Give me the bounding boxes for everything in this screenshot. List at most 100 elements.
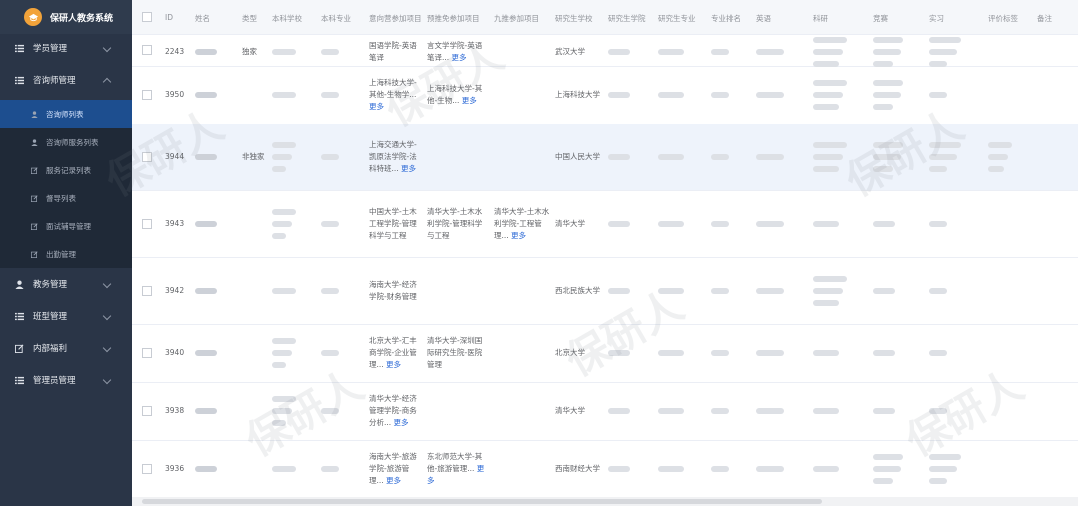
cell-undergrad-major [321,66,365,124]
horizontal-scrollbar[interactable] [132,497,1078,506]
sidebar-subitem-4[interactable]: 面试辅导管理 [0,212,132,240]
cell-pre-project: 清华大学-深圳国际研究生院-医院管理 [427,336,483,369]
table-row[interactable]: 3936 海南大学-旅游学院-旅游管理... 更多 东北师范大学-其他-旅游管理..… [132,440,1078,499]
cell-undergrad-school [272,124,316,190]
cell-undergrad-school [272,257,316,324]
more-link[interactable]: 更多 [427,464,484,485]
cell-pre-project [427,257,489,324]
edit-icon [30,166,38,174]
more-link[interactable]: 更多 [462,96,477,105]
cell-undergrad-school [272,324,316,382]
column-header[interactable]: 竞赛 [873,13,888,24]
table-row[interactable]: 3938 清华大学-经济管理学院-商务分析... 更多 清华大学 [132,382,1078,441]
cell-internship [929,257,983,324]
select-all-checkbox[interactable] [142,12,152,22]
list-icon [14,311,24,321]
cell-eval-tags [988,36,1032,68]
column-header[interactable]: 评价标签 [988,13,1018,24]
cell-remarks [1037,190,1073,257]
more-link[interactable]: 更多 [369,102,384,111]
cell-undergrad-school [272,190,316,257]
sidebar-subitem-0[interactable]: 咨询师列表 [0,100,132,128]
table-row[interactable]: 3950 上海科技大学-其他-生物学... 更多 上海科技大学-其他-生物... 更… [132,66,1078,125]
cell-camp-project: 国语学院-英语笔译 [369,41,417,62]
more-link[interactable]: 更多 [386,360,401,369]
column-header[interactable]: 九推参加项目 [494,13,539,24]
table-row[interactable]: 3944 非独家 上海交通大学-凯原法学院-法科特班... 更多 中国人民大学 [132,124,1078,191]
sidebar-item-admins[interactable]: 管理员管理 [0,364,132,396]
row-checkbox[interactable] [142,348,152,358]
column-header[interactable]: 专业排名 [711,13,741,24]
more-link[interactable]: 更多 [452,53,467,62]
sidebar-item-welfare[interactable]: 内部福利 [0,332,132,364]
cell-pre-project: 上海科技大学-其他-生物... 更多 [427,84,483,105]
sidebar-item-academic[interactable]: 教务管理 [0,268,132,300]
sidebar-subitem-3[interactable]: 督导列表 [0,184,132,212]
row-checkbox[interactable] [142,218,152,229]
cell-pre-project: 清华大学-土木水利学院-管理科学与工程 [427,206,483,240]
more-link[interactable]: 更多 [394,418,409,427]
column-header[interactable]: 姓名 [195,13,210,24]
cell-id: 3942 [165,285,185,295]
table-row[interactable]: 3940 北京大学-汇丰商学院-企业管理... 更多 清华大学-深圳国际研究生院-医… [132,324,1078,383]
column-header[interactable]: 研究生专业 [658,13,696,24]
row-checkbox[interactable] [142,45,152,55]
sidebar-subitem-label: 咨询师服务列表 [46,137,99,147]
cell-research [813,124,867,190]
row-checkbox[interactable] [142,464,152,474]
cell-competition [873,324,923,382]
more-link[interactable]: 更多 [386,476,401,485]
cell-internship [929,440,983,498]
table-row[interactable]: 3943 中国大学-土木工程学院-管理科学与工程 清华大学-土木水利学院-管理科学与… [132,190,1078,258]
row-checkbox[interactable] [142,90,152,100]
cell-grad-major [658,257,706,324]
cell-name-redacted [195,257,235,324]
sidebar-subitem-5[interactable]: 出勤管理 [0,240,132,268]
table-header: ID 姓名 类型 本科学校 本科专业 意向营参加项目 预推免参加项目 九推参加项目 研究生学校 研… [132,0,1078,35]
cell-name-redacted [195,66,235,124]
sidebar-item-classes[interactable]: 班型管理 [0,300,132,332]
sidebar-item-students[interactable]: 学员管理 [0,32,132,64]
row-checkbox[interactable] [142,406,152,416]
cell-grad-school: 上海科技大学 [555,90,600,99]
cell-camp-project: 北京大学-汇丰商学院-企业管理... 更多 [369,336,417,369]
cell-name-redacted [195,440,235,498]
table-row[interactable]: 3942 海南大学-经济学院-财务管理 西北民族大学 [132,257,1078,325]
cell-research [813,382,867,440]
sidebar-subitem-2[interactable]: 服务记录列表 [0,156,132,184]
cell-english [756,382,808,440]
column-header[interactable]: 研究生学院 [608,13,646,24]
sidebar-item-consultants[interactable]: 咨询师管理 [0,64,132,96]
column-header[interactable]: 类型 [242,13,257,24]
column-header[interactable]: ID [165,13,173,22]
sidebar: 保研人教务系统 学员管理 咨询师管理 教务管理 班型管理 内部福利 管理员管理 咨询师列表咨… [0,0,132,506]
more-link[interactable]: 更多 [401,164,416,173]
sidebar-item-label: 教务管理 [33,280,68,290]
cell-grad-school: 武汉大学 [555,47,585,56]
column-header[interactable]: 备注 [1037,13,1052,24]
cell-grad-school: 西南财经大学 [555,464,600,473]
column-header[interactable]: 本科学校 [272,13,302,24]
sidebar-subitem-1[interactable]: 咨询师服务列表 [0,128,132,156]
column-header[interactable]: 科研 [813,13,828,24]
cell-english [756,124,808,190]
sidebar-item-label: 学员管理 [33,44,68,54]
cell-eval-tags [988,190,1032,257]
more-link[interactable]: 更多 [511,231,526,240]
row-checkbox[interactable] [142,152,152,162]
scrollbar-thumb[interactable] [142,499,822,504]
column-header[interactable]: 预推免参加项目 [427,13,480,24]
cell-camp-project: 海南大学-经济学院-财务管理 [369,279,417,301]
row-checkbox[interactable] [142,285,152,296]
column-header[interactable]: 本科专业 [321,13,351,24]
column-header[interactable]: 研究生学校 [555,13,593,24]
column-header[interactable]: 英语 [756,13,771,24]
column-header[interactable]: 实习 [929,13,944,24]
chevron-down-icon [102,375,112,385]
cell-camp-project: 上海科技大学-其他-生物学... 更多 [369,78,417,111]
cell-undergrad-major [321,36,365,68]
cell-rank [711,66,751,124]
column-header[interactable]: 意向营参加项目 [369,13,422,24]
cell-grad-school: 清华大学 [555,218,585,228]
table-row[interactable]: 2243 独家 国语学院-英语笔译 言文学学院-英语笔译... 更多 武汉大学 [132,34,1078,67]
